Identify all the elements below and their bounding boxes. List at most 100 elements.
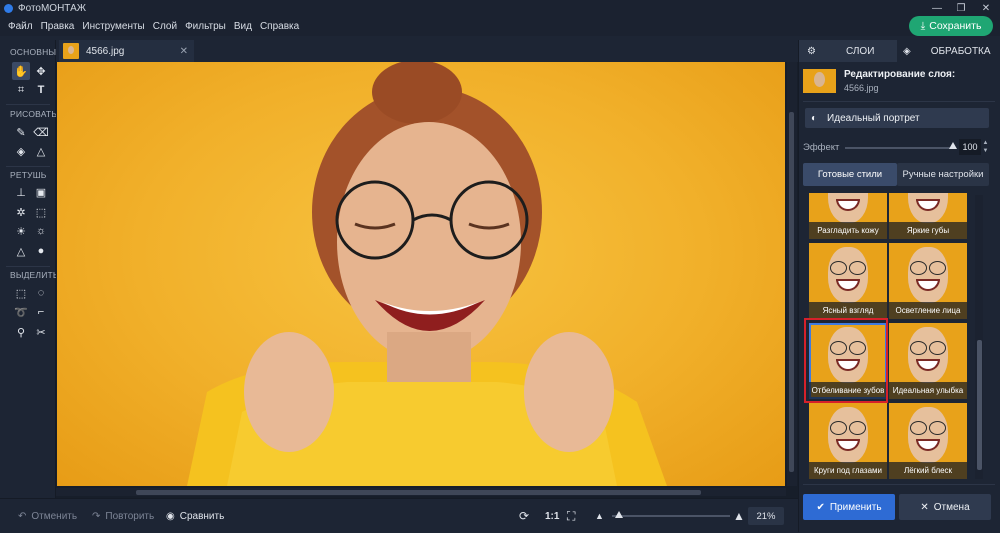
- style-label: Идеальная улыбка: [889, 382, 967, 399]
- window-title: ФотоМОНТАЖ: [18, 2, 86, 14]
- style-label: Лёгкий блеск: [889, 462, 967, 479]
- style-label: Осветление лица: [889, 302, 967, 319]
- tab-manual-settings[interactable]: Ручные настройки: [897, 163, 989, 186]
- style-item[interactable]: Разгладить кожу: [809, 193, 887, 239]
- blur-icon[interactable]: ●: [32, 242, 50, 260]
- minimize-button[interactable]: —: [925, 0, 949, 16]
- canvas-area[interactable]: [56, 62, 798, 498]
- divider: [6, 166, 50, 167]
- menu-help[interactable]: Справка: [256, 21, 303, 32]
- style-item[interactable]: Осветление лица: [889, 243, 967, 319]
- menu-filters[interactable]: Фильтры: [181, 21, 230, 32]
- tab-processing-label: ОБРАБОТКА: [930, 45, 991, 57]
- portrait-icon: ◐: [811, 112, 818, 124]
- close-window-button[interactable]: ✕: [974, 0, 998, 16]
- zoom-value[interactable]: 21%: [748, 507, 784, 525]
- sliders-icon: ⚙: [807, 45, 816, 57]
- divider: [6, 104, 50, 105]
- menu-layer[interactable]: Слой: [149, 21, 181, 32]
- style-label: Яркие губы: [889, 222, 967, 239]
- polygon-lasso-icon[interactable]: ⌐: [32, 303, 50, 321]
- title-bar: ФотоМОНТАЖ — ❐ ✕: [0, 0, 1000, 16]
- styles-scrollbar[interactable]: [975, 195, 983, 479]
- vertical-scrollbar[interactable]: [787, 62, 797, 486]
- ratio-button[interactable]: 1:1: [545, 499, 559, 533]
- scroll-thumb[interactable]: [136, 490, 701, 495]
- shapes-icon[interactable]: △: [32, 142, 50, 160]
- zoom-slider[interactable]: [612, 515, 730, 517]
- right-panel: ⚙ СЛОИ ◈ ОБРАБОТКА Редактирование слоя: …: [798, 40, 1000, 532]
- style-item[interactable]: Яркие губы: [889, 193, 967, 239]
- scroll-thumb[interactable]: [789, 112, 794, 472]
- lighten-icon[interactable]: ☀: [12, 222, 30, 240]
- compare-button[interactable]: ◉ Сравнить: [166, 499, 224, 533]
- menu-tools[interactable]: Инструменты: [78, 21, 148, 32]
- style-label: Разгладить кожу: [809, 222, 887, 239]
- preset-dropdown[interactable]: ◐ Идеальный портрет: [805, 108, 989, 128]
- menu-bar: Файл Правка Инструменты Слой Фильтры Вид…: [0, 16, 1000, 36]
- menu-edit[interactable]: Правка: [37, 21, 79, 32]
- brush-icon[interactable]: ✎: [12, 123, 30, 141]
- text-icon[interactable]: T: [32, 81, 50, 99]
- zoom-out-icon[interactable]: ▲: [595, 499, 604, 533]
- fit-screen-icon[interactable]: ⛶: [567, 499, 575, 533]
- hand-icon[interactable]: ✋: [12, 62, 30, 80]
- close-tab-icon[interactable]: ✕: [180, 46, 188, 57]
- zoom-slider-knob[interactable]: [615, 511, 623, 518]
- eraser-icon[interactable]: ⌫: [32, 123, 50, 141]
- maximize-button[interactable]: ❐: [949, 0, 973, 16]
- ellipse-select-icon[interactable]: ◌: [32, 284, 50, 302]
- cancel-label: Отмена: [933, 501, 970, 513]
- layer-file: 4566.jpg: [844, 83, 879, 93]
- photo-canvas[interactable]: [57, 62, 785, 486]
- redo-button[interactable]: ↷ Повторить: [92, 499, 154, 533]
- selection-highlight: [804, 318, 888, 403]
- cancel-button[interactable]: ✕ Отмена: [899, 494, 991, 520]
- stamp-icon[interactable]: ⊥: [12, 183, 30, 201]
- zoom-in-icon[interactable]: ▲: [733, 499, 745, 533]
- layer-title: Редактирование слоя:: [844, 69, 956, 80]
- tab-layers-label: СЛОИ: [845, 45, 875, 57]
- close-icon: ✕: [920, 501, 929, 513]
- brush-select-icon[interactable]: ✂: [32, 323, 50, 341]
- darken-icon[interactable]: ☼: [32, 222, 50, 240]
- menu-file[interactable]: Файл: [4, 21, 37, 32]
- rotate-icon[interactable]: ⟳: [519, 499, 529, 533]
- healing-icon[interactable]: ✲: [12, 203, 30, 221]
- tab-ready-styles[interactable]: Готовые стили: [803, 163, 897, 186]
- effect-value[interactable]: 100: [959, 139, 981, 155]
- document-tab[interactable]: 4566.jpg ✕: [59, 40, 194, 62]
- undo-label: Отменить: [31, 510, 78, 522]
- horizontal-scrollbar[interactable]: [56, 488, 786, 496]
- save-button[interactable]: ⤓ Сохранить: [909, 16, 993, 36]
- scroll-thumb[interactable]: [977, 340, 982, 470]
- effect-slider-knob[interactable]: [949, 142, 957, 149]
- layers-icon: ◈: [903, 45, 911, 57]
- effect-slider[interactable]: [845, 147, 955, 149]
- apply-button[interactable]: ✔ Применить: [803, 494, 895, 520]
- section-draw: РИСОВАТЬ: [10, 109, 58, 119]
- rect-select-icon[interactable]: ⬚: [12, 284, 30, 302]
- menu-view[interactable]: Вид: [230, 21, 256, 32]
- undo-button[interactable]: ↶ Отменить: [18, 499, 77, 533]
- save-label: Сохранить: [929, 20, 982, 32]
- preset-label: Идеальный портрет: [827, 112, 920, 124]
- divider: [6, 266, 50, 267]
- tab-layers[interactable]: ⚙ СЛОИ: [799, 40, 897, 62]
- frame-icon[interactable]: ⬚: [32, 203, 50, 221]
- style-item[interactable]: Лёгкий блеск: [889, 403, 967, 479]
- fill-icon[interactable]: ◈: [12, 142, 30, 160]
- magic-wand-icon[interactable]: ⚲: [12, 323, 30, 341]
- tab-processing[interactable]: ◈ ОБРАБОТКА: [897, 40, 1000, 62]
- lasso-icon[interactable]: ➰: [12, 303, 30, 321]
- crop-icon[interactable]: ⌗: [12, 81, 30, 99]
- move-icon[interactable]: ✥: [32, 62, 50, 80]
- style-item[interactable]: Ясный взгляд: [809, 243, 887, 319]
- style-label: Круги под глазами: [809, 462, 887, 479]
- sharpen-icon[interactable]: △: [12, 242, 30, 260]
- check-icon: ✔: [816, 501, 825, 513]
- effect-spinner[interactable]: ▲ ▼: [982, 139, 989, 155]
- style-item[interactable]: Идеальная улыбка: [889, 323, 967, 399]
- patch-icon[interactable]: ▣: [32, 183, 50, 201]
- style-item[interactable]: Круги под глазами: [809, 403, 887, 479]
